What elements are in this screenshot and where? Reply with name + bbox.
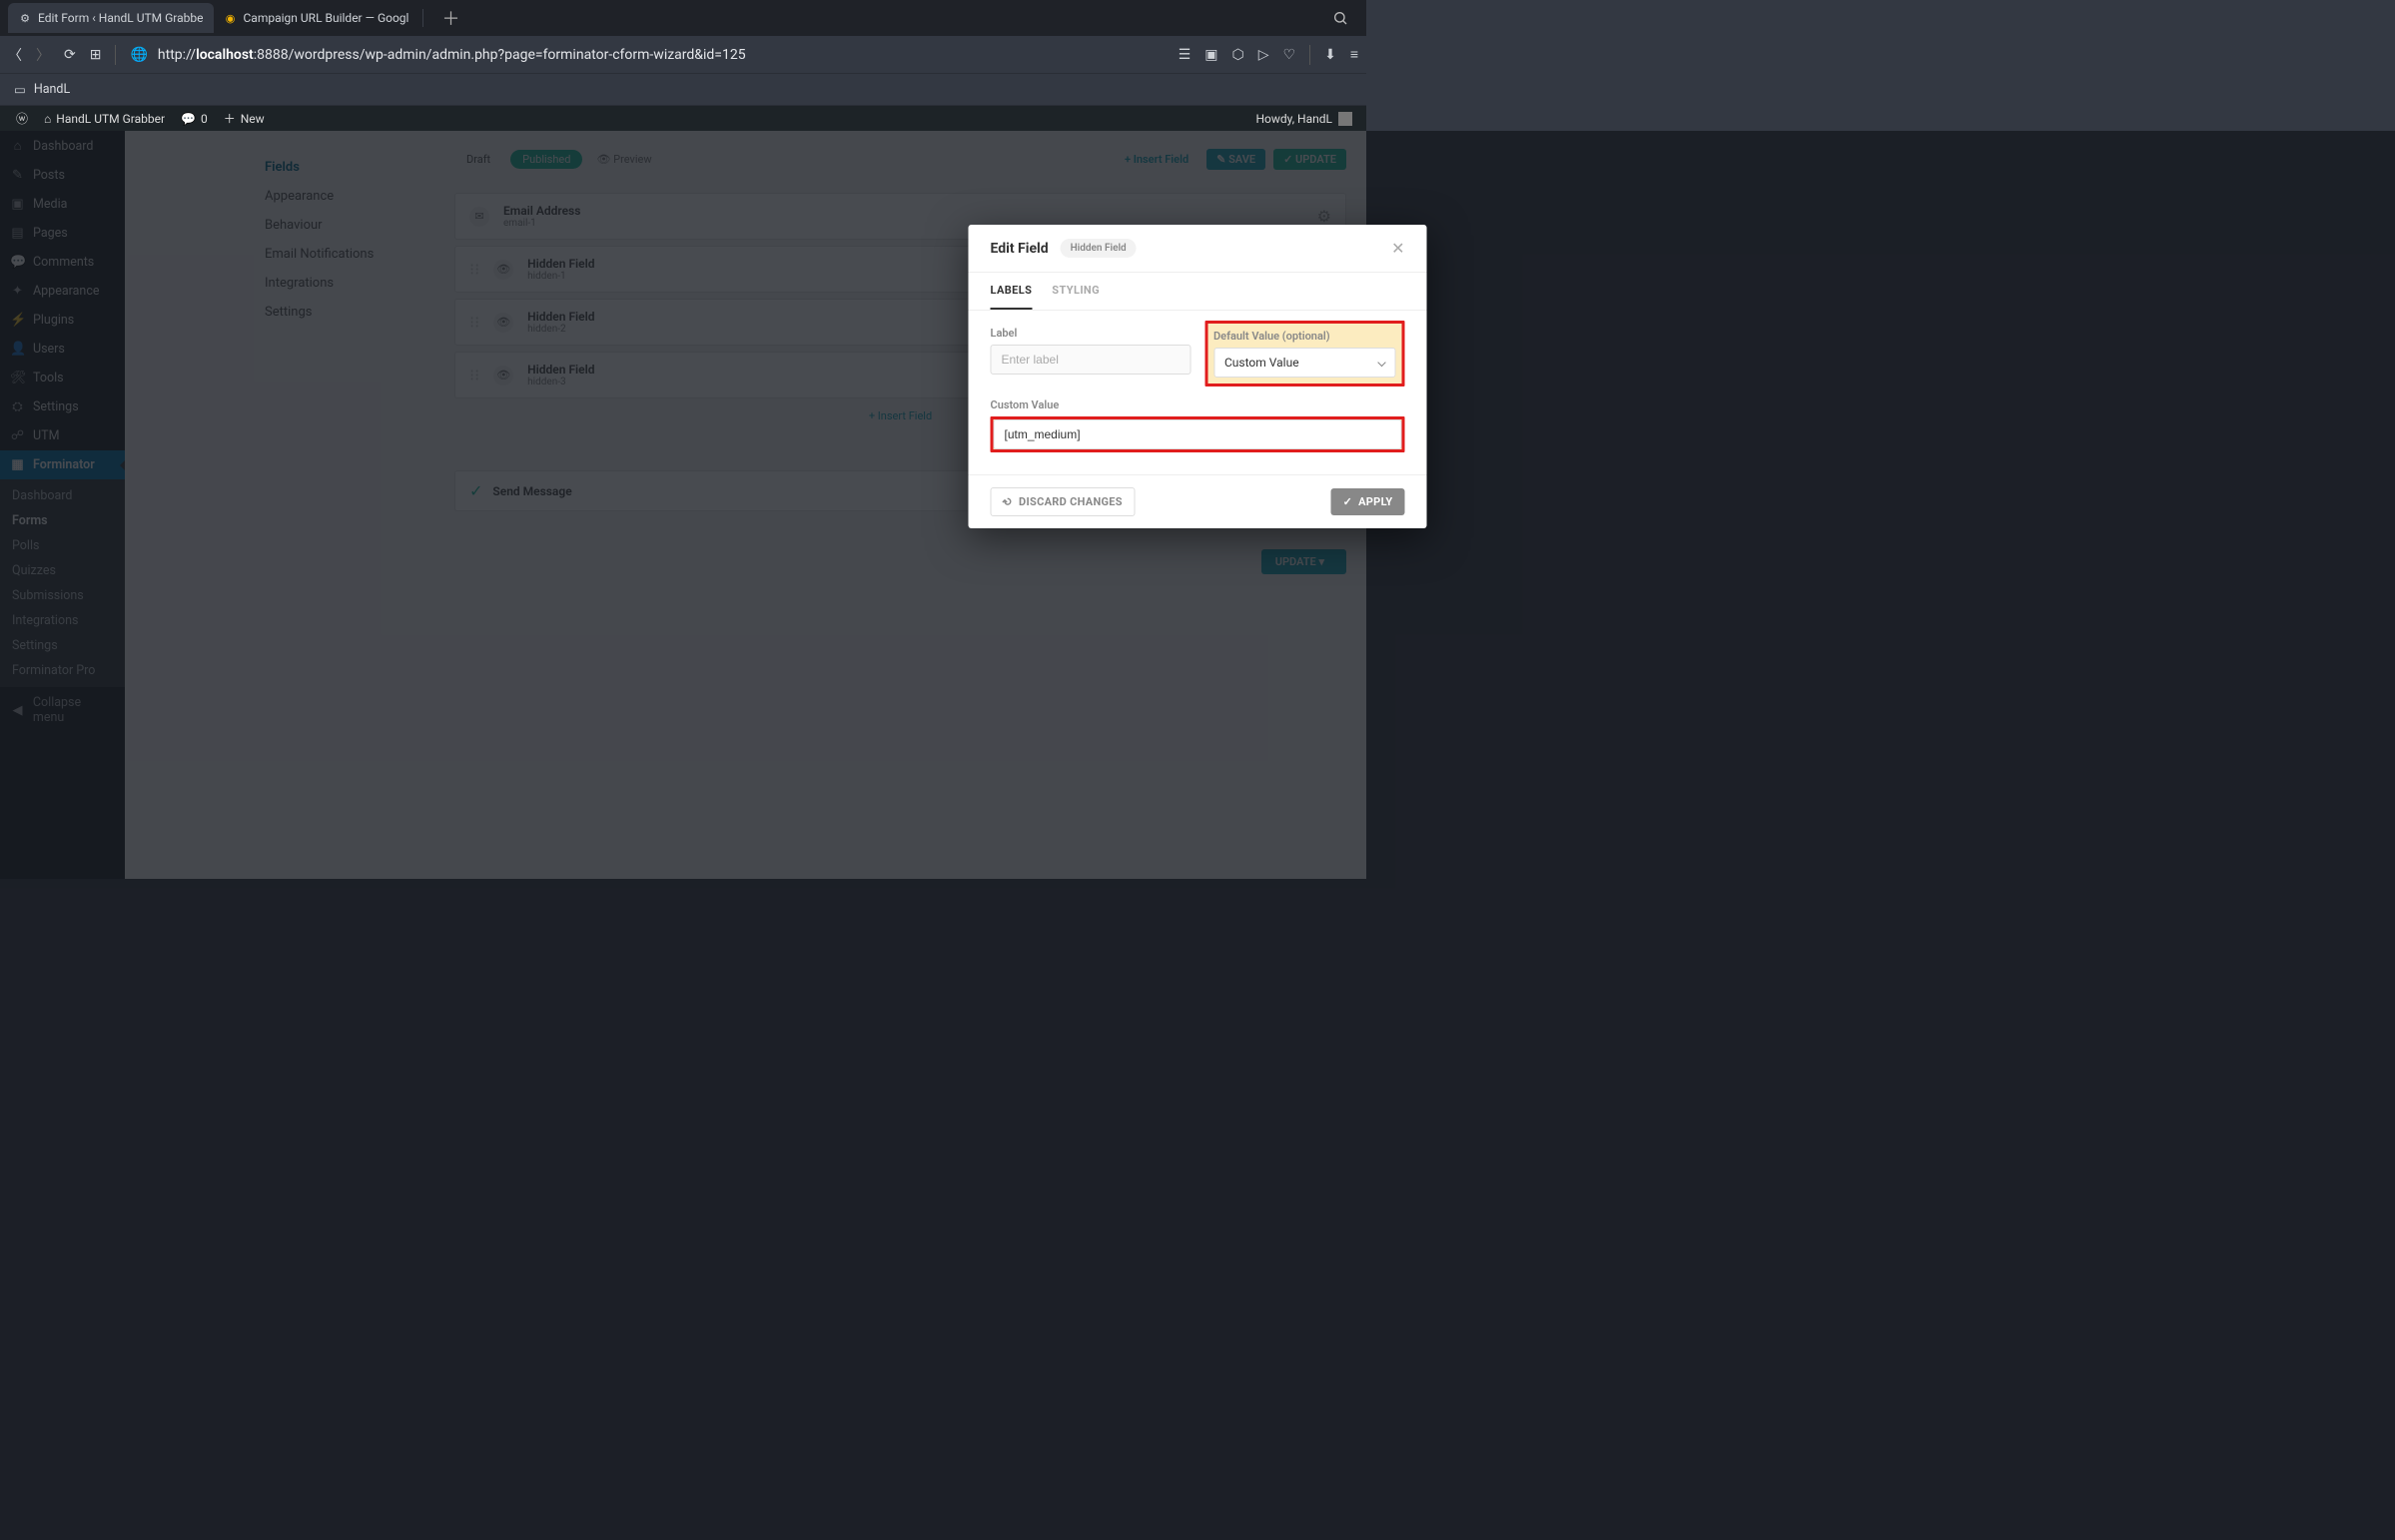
default-value-selected: Custom Value: [1224, 356, 1299, 370]
discard-button[interactable]: ↻ DISCARD CHANGES: [991, 487, 1136, 516]
reload-icon[interactable]: ⟳: [64, 47, 76, 63]
default-value-label: Default Value (optional): [1213, 330, 1396, 343]
url-rest: :8888/wordpress/wp-admin/admin.php?page=…: [254, 47, 746, 63]
wp-comments-link[interactable]: 💬 0: [173, 106, 216, 131]
apply-label: APPLY: [1358, 495, 1392, 508]
custom-value-highlight: [991, 416, 1405, 452]
send-icon[interactable]: ▷: [1258, 47, 1269, 63]
folder-icon: ▭: [14, 82, 26, 98]
wp-comments-count: 0: [201, 112, 208, 126]
chevron-down-icon: [1377, 359, 1385, 367]
modal-header: Edit Field Hidden Field ✕: [969, 225, 1427, 273]
wp-site-name: HandL UTM Grabber: [56, 112, 165, 126]
chat-icon[interactable]: ☰: [1179, 47, 1192, 63]
bookmark-item[interactable]: HandL: [34, 82, 70, 97]
undo-icon: ↻: [1000, 494, 1016, 510]
wp-logo-icon[interactable]: ⓦ: [8, 106, 36, 131]
modal-title: Edit Field: [991, 241, 1049, 257]
tab-title: Edit Form ‹ HandL UTM Grabbe: [38, 11, 204, 25]
nav-forward-icon[interactable]: 〉: [36, 45, 50, 65]
browser-tab[interactable]: ◉ Campaign URL Builder — Googl: [214, 3, 419, 33]
globe-icon[interactable]: 🌐: [130, 47, 147, 63]
browser-search-icon[interactable]: [1322, 10, 1358, 26]
wp-howdy[interactable]: Howdy, HandL: [1255, 112, 1358, 126]
default-value-highlight: Default Value (optional) Custom Value: [1204, 321, 1405, 386]
label-field-label: Label: [991, 327, 1192, 340]
wp-howdy-text: Howdy, HandL: [1255, 112, 1332, 126]
custom-value-label: Custom Value: [991, 398, 1405, 411]
download-icon[interactable]: ⬇: [1324, 47, 1336, 63]
shield-icon[interactable]: ⬡: [1232, 47, 1244, 63]
close-icon[interactable]: ✕: [1391, 239, 1404, 258]
url-host: localhost: [196, 47, 254, 63]
google-favicon-icon: ◉: [224, 11, 238, 25]
browser-url-bar: 〈 〉 ⟳ ⊞ 🌐 http://localhost:8888/wordpres…: [0, 36, 1366, 74]
nav-back-icon[interactable]: 〈: [8, 45, 22, 65]
modal-tabs: LABELS STYLING: [969, 273, 1427, 311]
grid-icon[interactable]: ⊞: [90, 47, 102, 63]
edit-field-modal: Edit Field Hidden Field ✕ LABELS STYLING…: [969, 225, 1427, 528]
camera-icon[interactable]: ▣: [1204, 47, 1217, 63]
new-tab-button[interactable]: ＋: [427, 5, 473, 31]
label-input[interactable]: [991, 345, 1192, 375]
modal-footer: ↻ DISCARD CHANGES ✓ APPLY: [969, 474, 1427, 528]
custom-value-input[interactable]: [994, 419, 1402, 449]
browser-tabs-bar: ⚙ Edit Form ‹ HandL UTM Grabbe ◉ Campaig…: [0, 0, 1366, 36]
browser-tab-active[interactable]: ⚙ Edit Form ‹ HandL UTM Grabbe: [8, 3, 214, 33]
wp-new-label: New: [241, 112, 265, 126]
discard-label: DISCARD CHANGES: [1019, 495, 1123, 508]
wp-admin-bar: ⓦ ⌂ HandL UTM Grabber 💬 0 ＋ New Howdy, H…: [0, 106, 1366, 131]
url-prefix: http://: [158, 47, 196, 63]
tab-title: Campaign URL Builder — Googl: [244, 11, 409, 25]
avatar: [1338, 112, 1352, 126]
tab-styling[interactable]: STYLING: [1052, 273, 1100, 310]
heart-icon[interactable]: ♡: [1283, 47, 1296, 63]
wp-site-link[interactable]: ⌂ HandL UTM Grabber: [36, 106, 173, 131]
check-icon: ✓: [1343, 495, 1353, 508]
modal-body: Label Default Value (optional) Custom Va…: [969, 311, 1427, 474]
wp-favicon-icon: ⚙: [18, 11, 32, 25]
field-type-badge: Hidden Field: [1061, 239, 1137, 258]
bookmark-bar: ▭ HandL: [0, 74, 1366, 106]
menu-icon[interactable]: ≡: [1350, 46, 1358, 63]
tab-labels[interactable]: LABELS: [991, 273, 1033, 310]
wp-new-link[interactable]: ＋ New: [216, 106, 273, 131]
apply-button[interactable]: ✓ APPLY: [1331, 488, 1405, 515]
default-value-select[interactable]: Custom Value: [1213, 348, 1396, 378]
url-field[interactable]: http://localhost:8888/wordpress/wp-admin…: [158, 47, 1169, 63]
